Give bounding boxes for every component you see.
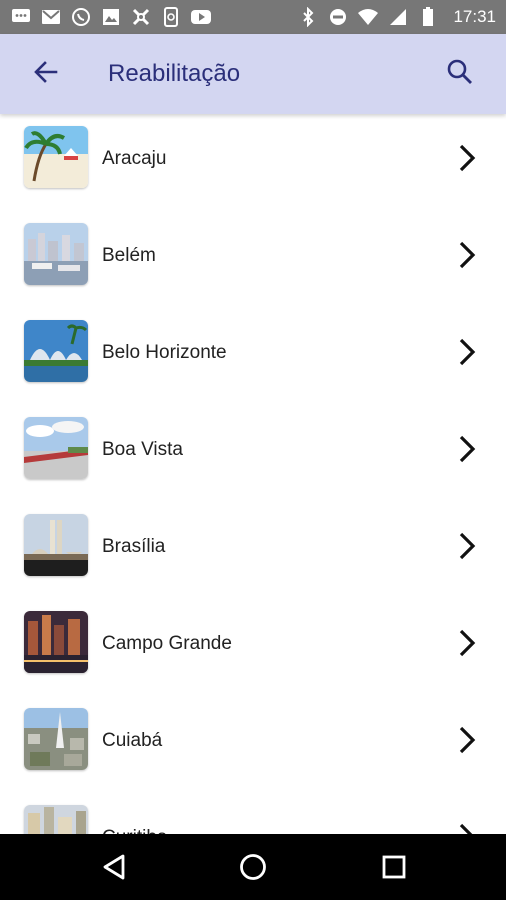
- search-icon: [446, 58, 474, 91]
- status-time: 17:31: [453, 7, 496, 26]
- list-item-belem[interactable]: Belém: [0, 207, 506, 304]
- notification-icons: [10, 0, 212, 34]
- list-item-label: Curitiba: [102, 826, 167, 834]
- list-item-belo-horizonte[interactable]: Belo Horizonte: [0, 304, 506, 401]
- list-item-boa-vista[interactable]: Boa Vista: [0, 401, 506, 498]
- aerial-city-thumbnail: [24, 708, 88, 770]
- list-item-cuiaba[interactable]: Cuiabá: [0, 692, 506, 789]
- nav-home-button[interactable]: [235, 849, 271, 885]
- list-item-label: Belo Horizonte: [102, 342, 227, 363]
- city-list: Aracaju Belém Belo Horizonte Boa Vista B…: [0, 110, 506, 834]
- chat-icon: [10, 7, 32, 27]
- back-button[interactable]: [28, 56, 64, 92]
- status-bar: 17:31: [0, 0, 506, 34]
- recents-square-icon: [382, 855, 406, 879]
- back-triangle-icon: [103, 854, 125, 880]
- image-icon: [100, 7, 122, 27]
- buildings-thumbnail: [24, 805, 88, 834]
- list-item-curitiba[interactable]: Curitiba: [0, 789, 506, 834]
- list-item-aracaju[interactable]: Aracaju: [0, 110, 506, 207]
- list-item-label: Boa Vista: [102, 439, 183, 460]
- list-item-label: Campo Grande: [102, 633, 232, 654]
- chevron-right-icon: [459, 629, 476, 657]
- phone-sync-icon: [160, 7, 182, 27]
- battery-icon: [417, 7, 439, 27]
- list-item-brasilia[interactable]: Brasília: [0, 498, 506, 595]
- youtube-icon: [190, 7, 212, 27]
- crossed-tools-icon: [130, 7, 152, 27]
- chevron-right-icon: [459, 435, 476, 463]
- chevron-right-icon: [459, 532, 476, 560]
- list-item-label: Aracaju: [102, 148, 167, 169]
- chevron-right-icon: [459, 338, 476, 366]
- do-not-disturb-icon: [327, 7, 349, 27]
- system-icons: 17:31: [297, 0, 496, 34]
- bluetooth-icon: [297, 7, 319, 27]
- search-button[interactable]: [442, 56, 478, 92]
- nav-back-button[interactable]: [96, 849, 132, 885]
- list-item-campo-grande[interactable]: Campo Grande: [0, 595, 506, 692]
- arrow-back-icon: [33, 59, 59, 90]
- page-title: Reabilitação: [108, 60, 241, 87]
- app-bar: Reabilitação: [0, 34, 506, 114]
- chevron-right-icon: [459, 823, 473, 834]
- gmail-icon: [40, 7, 62, 27]
- nav-recents-button[interactable]: [376, 849, 412, 885]
- harbor-thumbnail: [24, 223, 88, 285]
- list-item-label: Belém: [102, 245, 156, 266]
- wifi-icon: [357, 7, 379, 27]
- list-item-label: Brasília: [102, 536, 166, 557]
- home-circle-icon: [240, 854, 266, 880]
- chevron-right-icon: [459, 144, 476, 172]
- signal-icon: [387, 7, 409, 27]
- beach-thumbnail: [24, 126, 88, 188]
- chevron-right-icon: [459, 726, 476, 754]
- night-city-thumbnail: [24, 611, 88, 673]
- riverfront-thumbnail: [24, 417, 88, 479]
- whatsapp-icon: [70, 7, 92, 27]
- list-item-label: Cuiabá: [102, 730, 163, 751]
- chevron-right-icon: [459, 241, 476, 269]
- congress-thumbnail: [24, 514, 88, 576]
- navigation-bar: [0, 834, 506, 900]
- church-lake-thumbnail: [24, 320, 88, 382]
